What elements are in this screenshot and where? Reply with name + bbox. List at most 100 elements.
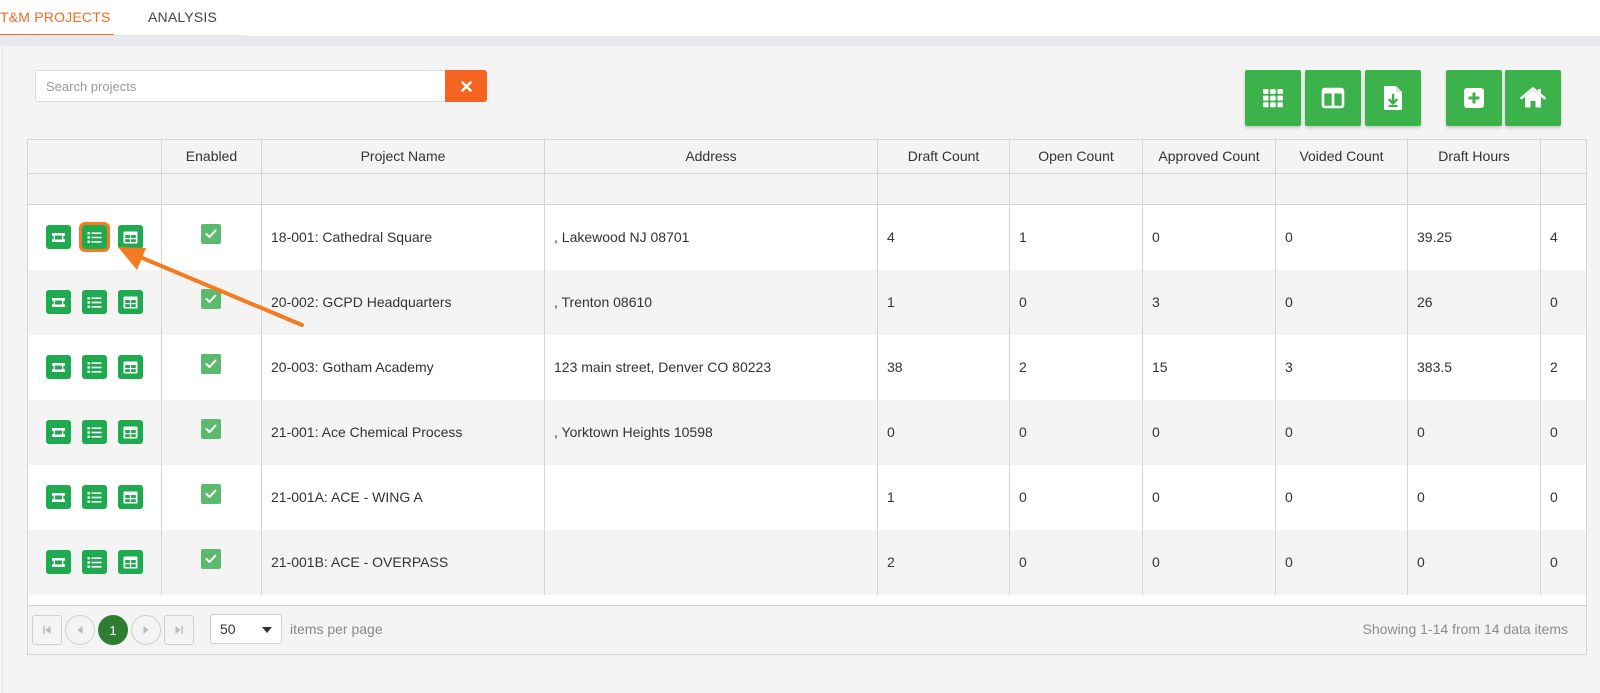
cell-open-count: 0 (1010, 400, 1143, 465)
table-button[interactable] (118, 290, 143, 314)
filter-cell[interactable] (1408, 174, 1541, 204)
cell-open-count: 1 (1010, 205, 1143, 270)
cell-approved-count: 0 (1143, 205, 1276, 270)
ticket-button[interactable] (46, 550, 71, 574)
enabled-checkbox[interactable] (201, 419, 221, 439)
column-header-overflow (1541, 140, 1586, 173)
cell-address (545, 530, 878, 595)
search-input[interactable] (35, 70, 445, 102)
enabled-checkbox[interactable] (201, 549, 221, 569)
column-header-approved-count[interactable]: Approved Count (1143, 140, 1276, 173)
cell-enabled (162, 400, 262, 465)
cell-voided-count: 3 (1276, 335, 1408, 400)
ticket-icon (52, 492, 65, 502)
list-icon (87, 231, 102, 243)
cell-draft-count: 1 (878, 465, 1010, 530)
export-button[interactable] (1365, 70, 1421, 126)
tab-analysis[interactable]: ANALYSIS (148, 0, 244, 36)
table-button[interactable] (118, 550, 143, 574)
filter-cell[interactable] (545, 174, 878, 204)
ticket-button[interactable] (46, 485, 71, 509)
next-page-button[interactable] (131, 615, 161, 645)
cell-draft-hours: 383.5 (1408, 335, 1541, 400)
column-header-voided-count[interactable]: Voided Count (1276, 140, 1408, 173)
enabled-checkbox[interactable] (201, 224, 221, 244)
list-icon (87, 491, 102, 503)
table-button[interactable] (118, 485, 143, 509)
cell-address: , Yorktown Heights 10598 (545, 400, 878, 465)
projects-grid: Enabled Project Name Address Draft Count… (27, 139, 1587, 655)
row-actions (28, 465, 162, 530)
last-page-button[interactable] (164, 615, 194, 645)
enabled-checkbox[interactable] (201, 484, 221, 504)
cell-draft-hours: 26 (1408, 270, 1541, 335)
table-row[interactable]: 21-001: Ace Chemical Process, Yorktown H… (28, 400, 1586, 465)
list-button[interactable] (82, 485, 107, 509)
ticket-button[interactable] (46, 290, 71, 314)
cell-overflow: 0 (1550, 554, 1558, 570)
cell-enabled (162, 530, 262, 595)
column-header-open-count[interactable]: Open Count (1010, 140, 1143, 173)
filter-cell[interactable] (1143, 174, 1276, 204)
column-header-enabled[interactable]: Enabled (162, 140, 262, 173)
cell-address: , Lakewood NJ 08701 (545, 205, 878, 270)
list-button[interactable] (82, 550, 107, 574)
list-button[interactable] (82, 290, 107, 314)
cell-project-name: 21-001A: ACE - WING A (262, 465, 545, 530)
search-clear-button[interactable] (445, 70, 487, 102)
row-actions (28, 400, 162, 465)
first-page-button[interactable] (32, 615, 62, 645)
cell-draft-count: 2 (878, 530, 1010, 595)
ticket-button[interactable] (46, 355, 71, 379)
table-row[interactable]: 21-001A: ACE - WING A100000 (28, 465, 1586, 530)
main-area: Enabled Project Name Address Draft Count… (0, 46, 1600, 693)
tab-bar: T&M PROJECTS ANALYSIS (0, 0, 1600, 36)
checkmark-icon (205, 554, 217, 563)
page-size-select[interactable]: 50 (210, 614, 282, 644)
table-button[interactable] (118, 355, 143, 379)
column-header-address[interactable]: Address (545, 140, 878, 173)
cell-address: 123 main street, Denver CO 80223 (545, 335, 878, 400)
filter-cell[interactable] (262, 174, 545, 204)
cell-project-name: 18-001: Cathedral Square (262, 205, 545, 270)
filter-cell[interactable] (1276, 174, 1408, 204)
column-header-project-name[interactable]: Project Name (262, 140, 545, 173)
cell-approved-count: 0 (1143, 400, 1276, 465)
cell-approved-count: 3 (1143, 270, 1276, 335)
filter-cell[interactable] (162, 174, 262, 204)
filter-cell[interactable] (878, 174, 1010, 204)
grid-view-button[interactable] (1245, 70, 1301, 126)
ticket-button[interactable] (46, 420, 71, 444)
prev-page-button[interactable] (65, 615, 95, 645)
ticket-button[interactable] (46, 225, 71, 249)
enabled-checkbox[interactable] (201, 289, 221, 309)
list-button[interactable] (82, 355, 107, 379)
checkmark-icon (205, 294, 217, 303)
cell-overflow: 2 (1550, 359, 1558, 375)
tab-tm-projects[interactable]: T&M PROJECTS (0, 0, 114, 36)
cell-enabled (162, 335, 262, 400)
table-row[interactable]: 21-001B: ACE - OVERPASS 2 0 0 0 0 0 (28, 530, 1586, 595)
columns-button[interactable] (1305, 70, 1361, 126)
list-button[interactable] (82, 420, 107, 444)
filter-cell[interactable] (1010, 174, 1143, 204)
ticket-icon (52, 427, 65, 437)
list-button[interactable] (79, 222, 110, 252)
cell-open-count: 0 (1010, 530, 1143, 595)
column-header-draft-count[interactable]: Draft Count (878, 140, 1010, 173)
enabled-checkbox[interactable] (201, 354, 221, 374)
page-number-current[interactable]: 1 (98, 615, 128, 645)
home-button[interactable] (1505, 70, 1561, 126)
cell-voided-count: 0 (1276, 400, 1408, 465)
table-button[interactable] (118, 225, 143, 249)
cell-voided-count: 0 (1276, 270, 1408, 335)
table-row[interactable]: 20-002: GCPD Headquarters, Trenton 08610… (28, 270, 1586, 335)
column-header-draft-hours[interactable]: Draft Hours (1408, 140, 1541, 173)
ticket-icon (52, 297, 65, 307)
table-row[interactable]: 18-001: Cathedral Square, Lakewood NJ 08… (28, 205, 1586, 270)
table-row[interactable]: 20-003: Gotham Academy 123 main street, D… (28, 335, 1586, 400)
row-actions (28, 530, 162, 595)
cell-voided-count: 0 (1276, 530, 1408, 595)
add-project-button[interactable] (1446, 70, 1502, 126)
table-button[interactable] (118, 420, 143, 444)
